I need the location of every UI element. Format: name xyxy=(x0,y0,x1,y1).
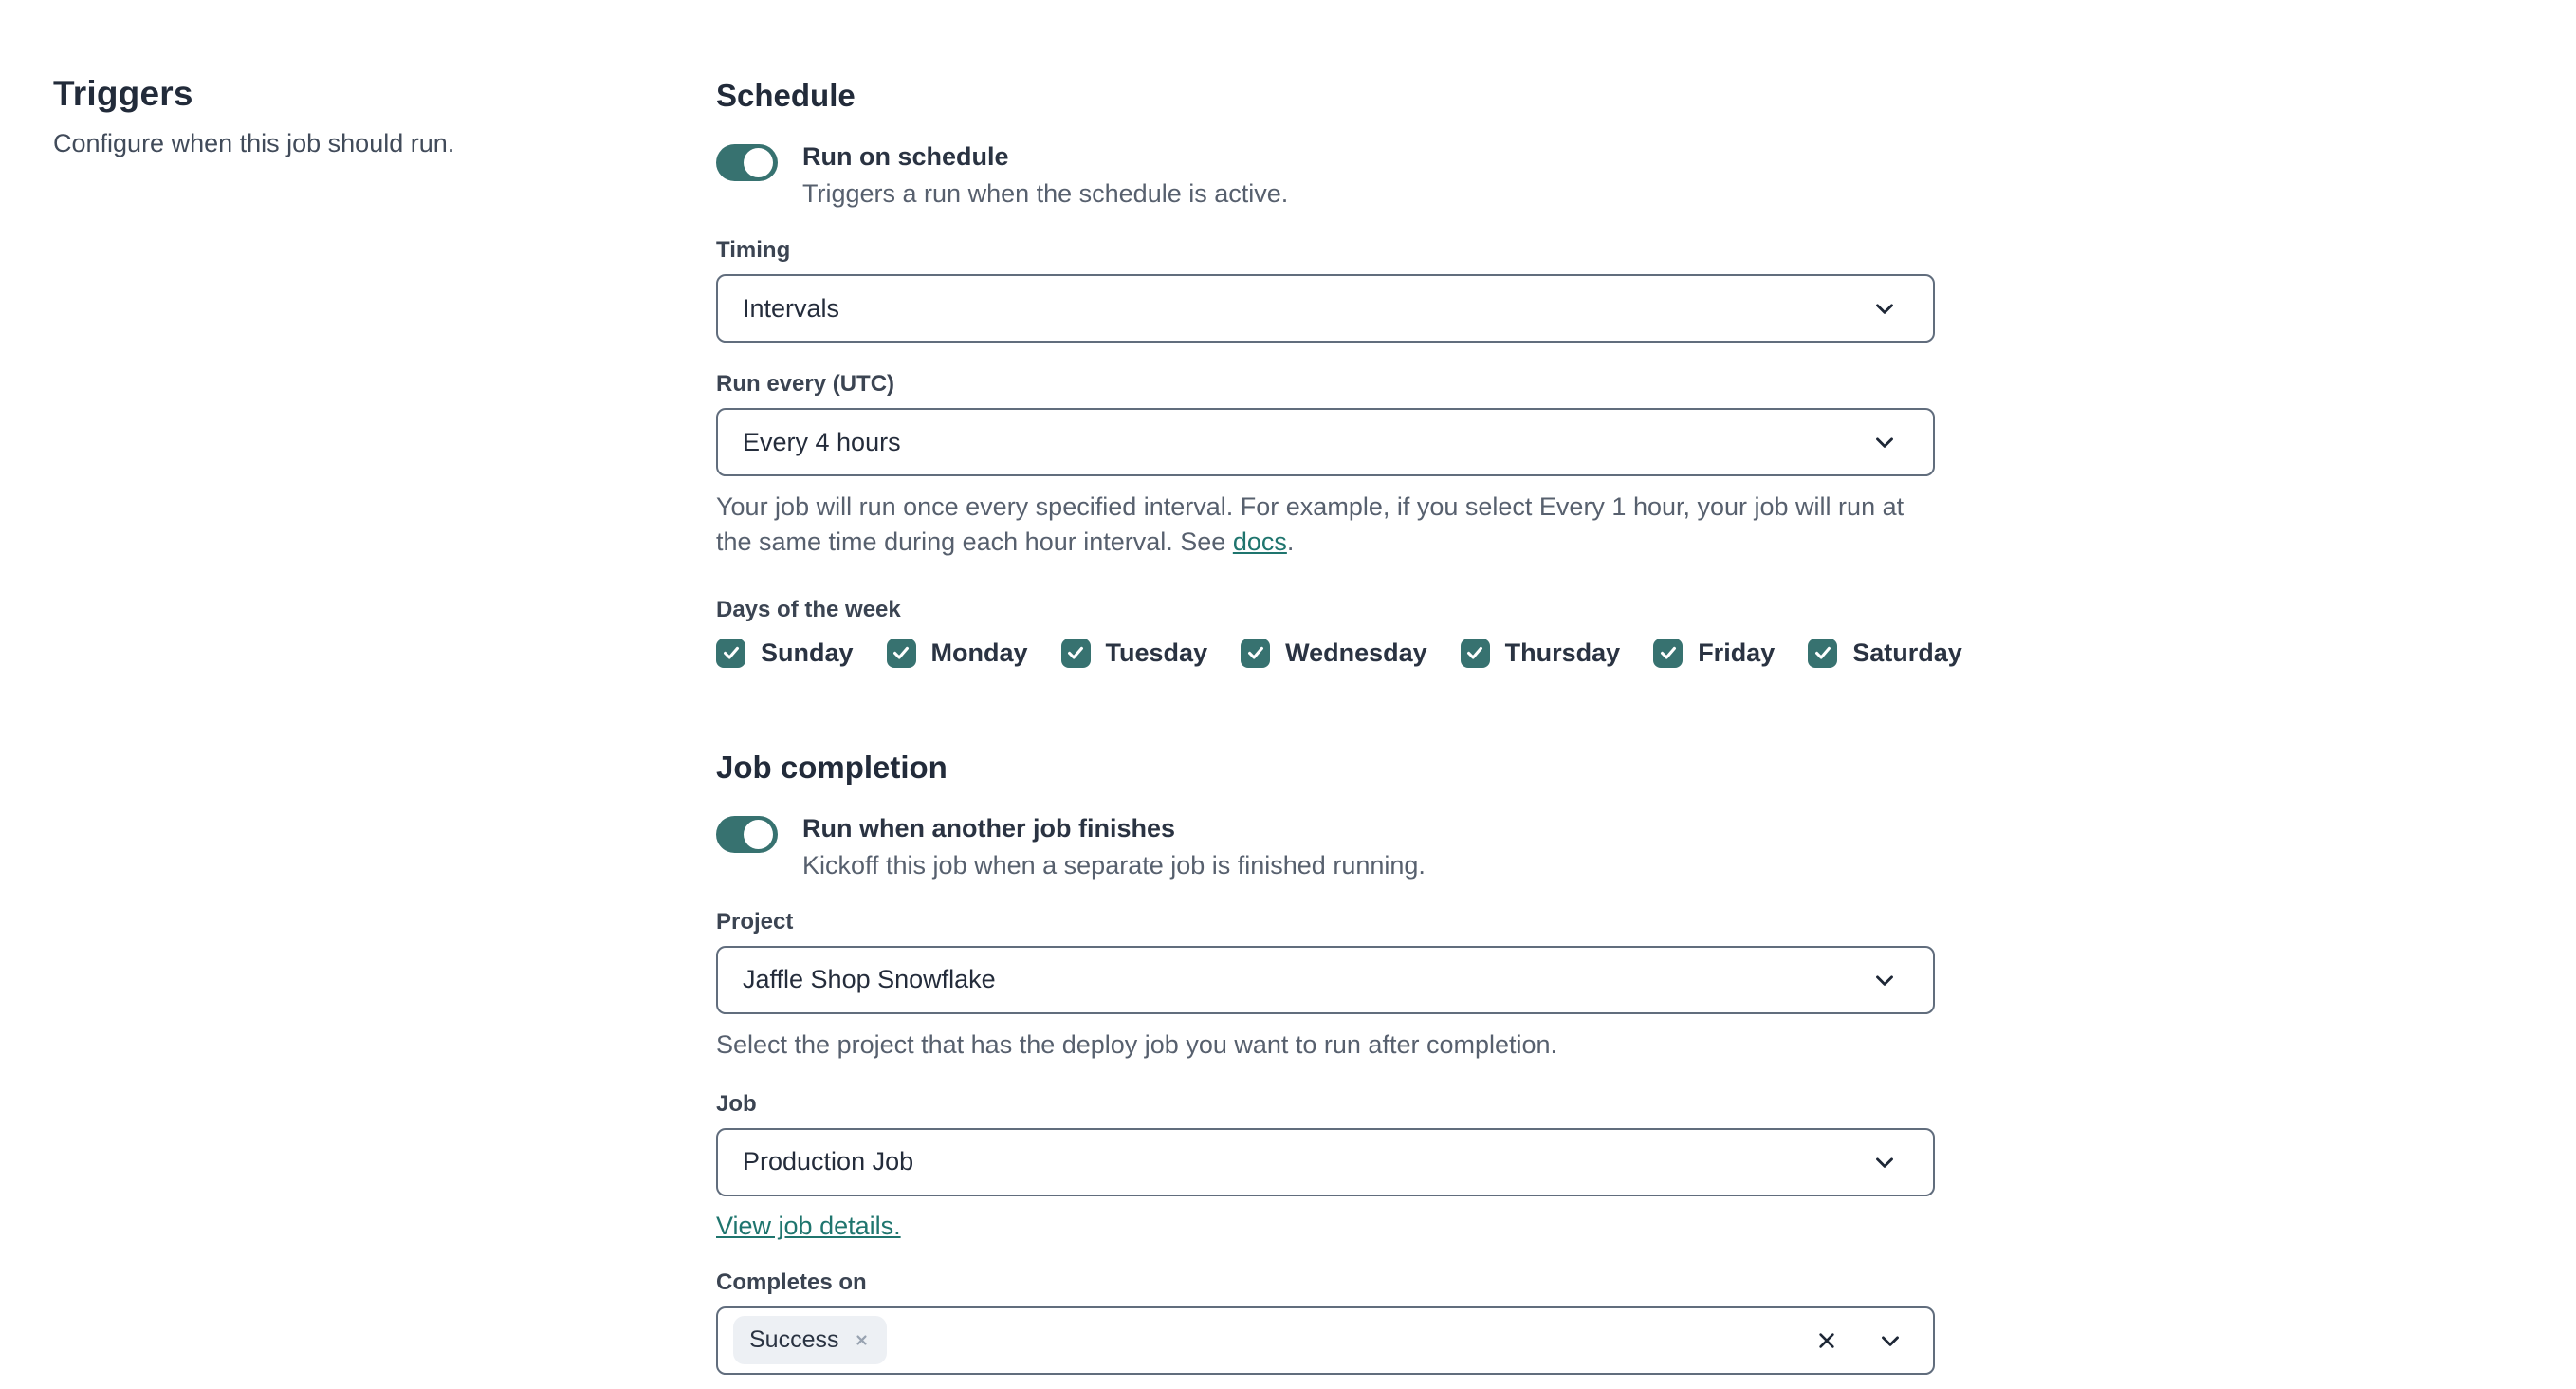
run-on-schedule-label: Run on schedule xyxy=(802,142,1009,171)
schedule-heading: Schedule xyxy=(716,78,856,113)
day-label: Wednesday xyxy=(1285,638,1427,667)
run-on-schedule-text: Run on schedule Triggers a run when the … xyxy=(802,142,1288,209)
checkbox-checked-icon[interactable] xyxy=(1808,638,1838,668)
run-when-job-finishes-text: Run when another job finishes Kickoff th… xyxy=(802,814,1426,880)
checkbox-checked-icon[interactable] xyxy=(1460,638,1490,668)
checkbox-checked-icon[interactable] xyxy=(886,638,916,668)
checkbox-checked-icon[interactable] xyxy=(716,638,745,668)
day-label: Tuesday xyxy=(1105,638,1208,667)
project-value: Jaffle Shop Snowflake xyxy=(743,965,996,993)
completes-on-label: Completes on xyxy=(716,1269,867,1295)
checkbox-checked-icon[interactable] xyxy=(1653,638,1684,668)
chevron-down-icon xyxy=(1870,966,1899,994)
toggle-knob-icon xyxy=(744,148,773,177)
schedule-section: Schedule Run on schedule Triggers a run … xyxy=(716,78,1962,668)
run-every-field: Run every (UTC) Every 4 hours Your job w… xyxy=(716,371,1935,561)
run-when-job-finishes-toggle[interactable] xyxy=(716,815,778,853)
chevron-down-icon[interactable] xyxy=(1876,1326,1904,1355)
days-of-week-row: Sunday Monday Tuesday Wednesday Thursday… xyxy=(716,638,1962,668)
day-label: Sunday xyxy=(761,638,854,667)
days-of-week-label: Days of the week xyxy=(716,596,901,622)
page-description: Configure when this job should run. xyxy=(53,129,455,157)
day-checkbox-friday[interactable]: Friday xyxy=(1653,638,1776,668)
day-checkbox-monday[interactable]: Monday xyxy=(886,638,1028,668)
day-checkbox-thursday[interactable]: Thursday xyxy=(1460,638,1621,668)
project-select[interactable]: Jaffle Shop Snowflake xyxy=(716,945,1935,1014)
checkbox-checked-icon[interactable] xyxy=(1241,638,1271,668)
job-value: Production Job xyxy=(743,1147,914,1176)
timing-select[interactable]: Intervals xyxy=(716,274,1935,343)
selected-tag-success: Success xyxy=(733,1316,888,1365)
day-label: Saturday xyxy=(1852,638,1962,667)
help-text-part: Your job will run once every specified i… xyxy=(716,492,1904,557)
checkbox-checked-icon[interactable] xyxy=(1060,638,1091,668)
clear-all-icon[interactable] xyxy=(1813,1327,1840,1354)
day-checkbox-sunday[interactable]: Sunday xyxy=(716,638,854,668)
job-field: Job Production Job View job details. xyxy=(716,1091,1935,1241)
day-checkbox-tuesday[interactable]: Tuesday xyxy=(1060,638,1208,668)
timing-value: Intervals xyxy=(743,293,840,323)
run-every-select[interactable]: Every 4 hours xyxy=(716,408,1935,476)
section-intro: Triggers Configure when this job should … xyxy=(53,74,716,1375)
chevron-down-icon xyxy=(1870,428,1899,456)
job-label: Job xyxy=(716,1090,757,1117)
job-select[interactable]: Production Job xyxy=(716,1127,1935,1196)
run-on-schedule-toggle[interactable] xyxy=(716,144,778,181)
run-every-label: Run every (UTC) xyxy=(716,371,895,397)
run-when-job-finishes-row: Run when another job finishes Kickoff th… xyxy=(716,814,1935,880)
settings-form: Schedule Run on schedule Triggers a run … xyxy=(716,74,1962,1375)
run-when-job-finishes-description: Kickoff this job when a separate job is … xyxy=(802,850,1426,880)
toggle-knob-icon xyxy=(744,819,773,849)
multiselect-controls xyxy=(1813,1326,1904,1355)
docs-link[interactable]: docs xyxy=(1233,528,1287,556)
page-title: Triggers xyxy=(53,74,193,113)
project-label: Project xyxy=(716,908,794,935)
completes-on-multiselect[interactable]: Success xyxy=(716,1306,1935,1375)
completes-on-field: Completes on Success xyxy=(716,1269,1935,1375)
day-label: Thursday xyxy=(1504,638,1621,667)
job-completion-heading: Job completion xyxy=(716,749,948,785)
triggers-settings-page: Triggers Configure when this job should … xyxy=(0,0,2576,1375)
day-label: Monday xyxy=(930,638,1028,667)
run-on-schedule-description: Triggers a run when the schedule is acti… xyxy=(802,179,1289,208)
help-text-suffix: . xyxy=(1286,528,1295,557)
timing-label: Timing xyxy=(716,237,791,263)
project-field: Project Jaffle Shop Snowflake Select the… xyxy=(716,909,1935,1063)
chevron-down-icon xyxy=(1870,1148,1899,1176)
day-checkbox-wednesday[interactable]: Wednesday xyxy=(1241,638,1427,668)
run-every-help: Your job will run once every specified i… xyxy=(716,490,1935,561)
run-when-job-finishes-label: Run when another job finishes xyxy=(802,813,1176,843)
job-completion-section: Job completion Run when another job fini… xyxy=(716,750,1935,1375)
tag-label: Success xyxy=(749,1326,839,1354)
timing-field: Timing Intervals xyxy=(716,237,1935,343)
view-job-details-link[interactable]: View job details. xyxy=(716,1212,901,1241)
chevron-down-icon xyxy=(1870,294,1899,323)
project-help: Select the project that has the deploy j… xyxy=(716,1029,1558,1059)
days-of-week-field: Days of the week Sunday Monday Tuesday W… xyxy=(716,596,1962,668)
day-checkbox-saturday[interactable]: Saturday xyxy=(1808,638,1962,668)
tag-remove-icon[interactable] xyxy=(853,1331,871,1349)
day-label: Friday xyxy=(1698,638,1776,667)
run-on-schedule-row: Run on schedule Triggers a run when the … xyxy=(716,142,1935,209)
run-every-value: Every 4 hours xyxy=(743,427,901,456)
